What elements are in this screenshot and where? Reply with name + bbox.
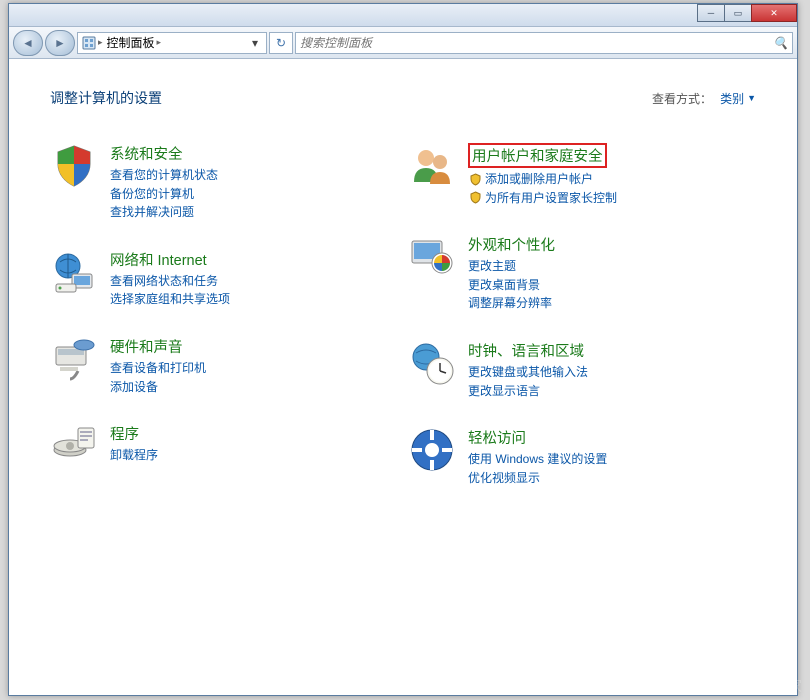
category-body: 时钟、语言和区域 更改键盘或其他输入法 更改显示语言 xyxy=(468,339,756,400)
heading-row: 调整计算机的设置 查看方式： 类别 ▼ xyxy=(50,88,756,108)
breadcrumb-label: 控制面板 xyxy=(107,34,155,51)
search-input[interactable] xyxy=(300,36,773,50)
category-title[interactable]: 外观和个性化 xyxy=(468,234,756,255)
titlebar: ─ ▭ ✕ xyxy=(9,4,797,27)
category-system-security: 系统和安全 查看您的计算机状态 备份您的计算机 查找并解决问题 xyxy=(50,142,398,222)
category-columns: 系统和安全 查看您的计算机状态 备份您的计算机 查找并解决问题 网络和 Inte… xyxy=(50,142,756,513)
view-by-dropdown[interactable]: 类别 ▼ xyxy=(720,90,756,107)
nav-back-button[interactable]: ◄ xyxy=(13,30,43,56)
clock-icon xyxy=(408,339,456,387)
column-left: 系统和安全 查看您的计算机状态 备份您的计算机 查找并解决问题 网络和 Inte… xyxy=(50,142,398,513)
column-right: 用户帐户和家庭安全 添加或删除用户帐户 为所有用户设 xyxy=(408,142,756,513)
category-link[interactable]: 添加或删除用户帐户 xyxy=(468,170,756,189)
category-link[interactable]: 查看您的计算机状态 xyxy=(110,166,398,185)
category-link[interactable]: 调整屏幕分辨率 xyxy=(468,294,756,313)
category-link[interactable]: 卸载程序 xyxy=(110,446,398,465)
category-title[interactable]: 轻松访问 xyxy=(468,427,756,448)
view-by: 查看方式： 类别 ▼ xyxy=(652,90,756,107)
highlight-box: 用户帐户和家庭安全 xyxy=(468,143,607,168)
category-link[interactable]: 查看设备和打印机 xyxy=(110,359,398,378)
window-frame: ─ ▭ ✕ ◄ ► ▸ 控制面板 ▸ ▾ ↻ 🔍 调整计算机的设置 xyxy=(8,3,798,696)
navbar: ◄ ► ▸ 控制面板 ▸ ▾ ↻ 🔍 xyxy=(9,27,797,59)
window-buttons: ─ ▭ ✕ xyxy=(698,4,797,22)
category-link[interactable]: 更改主题 xyxy=(468,257,756,276)
search-icon[interactable]: 🔍 xyxy=(773,36,788,50)
shield-small-icon xyxy=(468,191,482,205)
category-clock-region: 时钟、语言和区域 更改键盘或其他输入法 更改显示语言 xyxy=(408,339,756,400)
breadcrumb[interactable]: ▸ 控制面板 ▸ ▾ xyxy=(77,32,267,54)
category-ease-of-access: 轻松访问 使用 Windows 建议的设置 优化视频显示 xyxy=(408,426,756,487)
breadcrumb-root[interactable]: 控制面板 ▸ xyxy=(103,34,166,51)
category-title[interactable]: 网络和 Internet xyxy=(110,249,398,270)
category-body: 程序 卸载程序 xyxy=(110,422,398,470)
category-link[interactable]: 备份您的计算机 xyxy=(110,185,398,204)
category-body: 硬件和声音 查看设备和打印机 添加设备 xyxy=(110,335,398,396)
breadcrumb-dropdown[interactable]: ▾ xyxy=(246,36,264,50)
minimize-icon: ─ xyxy=(708,8,714,18)
category-link[interactable]: 使用 Windows 建议的设置 xyxy=(468,450,756,469)
category-title[interactable]: 程序 xyxy=(110,423,398,444)
category-title[interactable]: 系统和安全 xyxy=(110,143,398,164)
ease-of-access-icon xyxy=(408,426,456,474)
page-title: 调整计算机的设置 xyxy=(50,88,162,108)
close-button[interactable]: ✕ xyxy=(751,4,797,22)
appearance-icon xyxy=(408,233,456,281)
chevron-down-icon: ▼ xyxy=(747,93,756,103)
arrow-left-icon: ◄ xyxy=(22,36,34,50)
close-icon: ✕ xyxy=(770,8,778,19)
watermark-text: 系统之家 xyxy=(742,675,802,696)
category-link[interactable]: 优化视频显示 xyxy=(468,469,756,488)
category-body: 系统和安全 查看您的计算机状态 备份您的计算机 查找并解决问题 xyxy=(110,142,398,222)
content-area: 调整计算机的设置 查看方式： 类别 ▼ 系统和安全 查看您的计算机状态 xyxy=(10,60,796,694)
control-panel-icon xyxy=(80,35,98,51)
chevron-right-icon: ▸ xyxy=(157,37,162,48)
category-link[interactable]: 为所有用户设置家长控制 xyxy=(468,189,756,208)
hardware-icon xyxy=(50,335,98,383)
category-link[interactable]: 查看网络状态和任务 xyxy=(110,272,398,291)
category-link[interactable]: 更改显示语言 xyxy=(468,382,756,401)
users-icon xyxy=(408,142,456,190)
maximize-button[interactable]: ▭ xyxy=(724,4,752,22)
category-body: 外观和个性化 更改主题 更改桌面背景 调整屏幕分辨率 xyxy=(468,233,756,313)
shield-small-icon xyxy=(468,172,482,186)
shield-icon xyxy=(50,142,98,190)
nav-forward-button[interactable]: ► xyxy=(45,30,75,56)
category-network: 网络和 Internet 查看网络状态和任务 选择家庭组和共享选项 xyxy=(50,248,398,309)
house-icon xyxy=(715,674,737,696)
category-body: 轻松访问 使用 Windows 建议的设置 优化视频显示 xyxy=(468,426,756,487)
category-title[interactable]: 用户帐户和家庭安全 xyxy=(468,143,756,168)
category-link[interactable]: 查找并解决问题 xyxy=(110,203,398,222)
category-title[interactable]: 硬件和声音 xyxy=(110,336,398,357)
search-box[interactable]: 🔍 xyxy=(295,32,793,54)
category-hardware: 硬件和声音 查看设备和打印机 添加设备 xyxy=(50,335,398,396)
minimize-button[interactable]: ─ xyxy=(697,4,725,22)
category-title[interactable]: 时钟、语言和区域 xyxy=(468,340,756,361)
arrow-right-icon: ► xyxy=(54,36,66,50)
category-user-accounts: 用户帐户和家庭安全 添加或删除用户帐户 为所有用户设 xyxy=(408,142,756,207)
category-link[interactable]: 更改桌面背景 xyxy=(468,276,756,295)
view-by-label: 查看方式： xyxy=(652,90,712,107)
maximize-icon: ▭ xyxy=(734,8,743,19)
refresh-button[interactable]: ↻ xyxy=(269,32,293,54)
category-body: 网络和 Internet 查看网络状态和任务 选择家庭组和共享选项 xyxy=(110,248,398,309)
programs-icon xyxy=(50,422,98,470)
watermark: 系统之家 xyxy=(715,674,802,696)
category-appearance: 外观和个性化 更改主题 更改桌面背景 调整屏幕分辨率 xyxy=(408,233,756,313)
category-body: 用户帐户和家庭安全 添加或删除用户帐户 为所有用户设 xyxy=(468,142,756,207)
network-icon xyxy=(50,248,98,296)
category-programs: 程序 卸载程序 xyxy=(50,422,398,470)
category-link[interactable]: 选择家庭组和共享选项 xyxy=(110,290,398,309)
category-link[interactable]: 更改键盘或其他输入法 xyxy=(468,363,756,382)
refresh-icon: ↻ xyxy=(276,36,286,50)
category-link[interactable]: 添加设备 xyxy=(110,378,398,397)
view-by-value: 类别 xyxy=(720,90,744,107)
